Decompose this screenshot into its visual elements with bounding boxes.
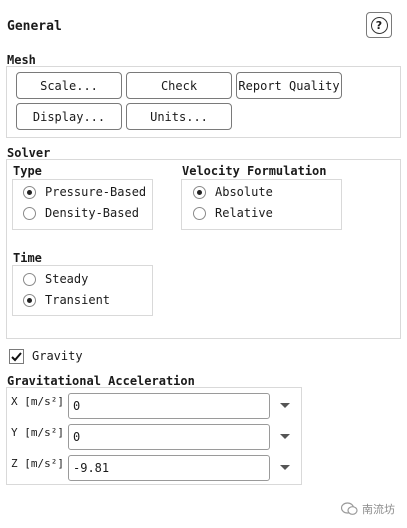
watermark-text: 南流坊 xyxy=(362,503,395,516)
units-button[interactable]: Units... xyxy=(126,103,232,130)
type-title: Type xyxy=(13,164,42,178)
gravity-checkbox[interactable] xyxy=(9,348,24,364)
radio-density-based-indicator[interactable] xyxy=(23,206,36,220)
checkmark-icon xyxy=(11,351,22,361)
check-button[interactable]: Check xyxy=(126,72,232,99)
gravity-checkbox-row[interactable]: Gravity xyxy=(9,347,83,365)
radio-relative[interactable]: Relative xyxy=(193,204,273,222)
radio-pressure-based[interactable]: Pressure-Based xyxy=(23,183,146,201)
solver-section-title: Solver xyxy=(7,146,51,160)
report-quality-button[interactable]: Report Quality xyxy=(236,72,342,99)
mesh-section-title: Mesh xyxy=(7,53,36,67)
z-label: Z [m/s²] xyxy=(11,457,64,470)
gravity-label: Gravity xyxy=(32,349,83,363)
radio-steady-indicator[interactable] xyxy=(23,272,36,286)
wechat-icon xyxy=(341,502,358,515)
help-button[interactable]: ? xyxy=(366,12,392,38)
help-icon-glyph: ? xyxy=(375,18,383,32)
radio-steady[interactable]: Steady xyxy=(23,270,88,288)
z-dropdown-arrow-icon[interactable] xyxy=(280,465,290,470)
radio-pressure-based-indicator[interactable] xyxy=(23,185,36,199)
x-acceleration-input[interactable] xyxy=(68,393,270,419)
radio-transient-indicator[interactable] xyxy=(23,293,36,307)
radio-transient-label: Transient xyxy=(45,293,111,307)
radio-absolute-label: Absolute xyxy=(215,185,273,199)
radio-density-based[interactable]: Density-Based xyxy=(23,204,139,222)
scale-button[interactable]: Scale... xyxy=(16,72,122,99)
x-dropdown-arrow-icon[interactable] xyxy=(280,403,290,408)
y-acceleration-input[interactable] xyxy=(68,424,270,450)
radio-density-based-label: Density-Based xyxy=(45,206,139,220)
y-dropdown-arrow-icon[interactable] xyxy=(280,434,290,439)
radio-relative-indicator[interactable] xyxy=(193,206,206,220)
help-icon: ? xyxy=(370,16,388,34)
velocity-formulation-title: Velocity Formulation xyxy=(182,164,327,178)
y-label: Y [m/s²] xyxy=(11,426,64,439)
panel-title: General xyxy=(7,19,62,34)
display-button[interactable]: Display... xyxy=(16,103,122,130)
radio-transient[interactable]: Transient xyxy=(23,291,110,309)
radio-absolute-indicator[interactable] xyxy=(193,185,206,199)
x-label: X [m/s²] xyxy=(11,395,64,408)
z-acceleration-input[interactable] xyxy=(68,455,270,481)
watermark: 南流坊 xyxy=(341,501,395,517)
gravitational-acceleration-title: Gravitational Acceleration xyxy=(7,374,195,388)
radio-absolute[interactable]: Absolute xyxy=(193,183,273,201)
radio-relative-label: Relative xyxy=(215,206,273,220)
radio-pressure-based-label: Pressure-Based xyxy=(45,185,147,199)
time-title: Time xyxy=(13,251,42,265)
radio-steady-label: Steady xyxy=(45,272,89,286)
